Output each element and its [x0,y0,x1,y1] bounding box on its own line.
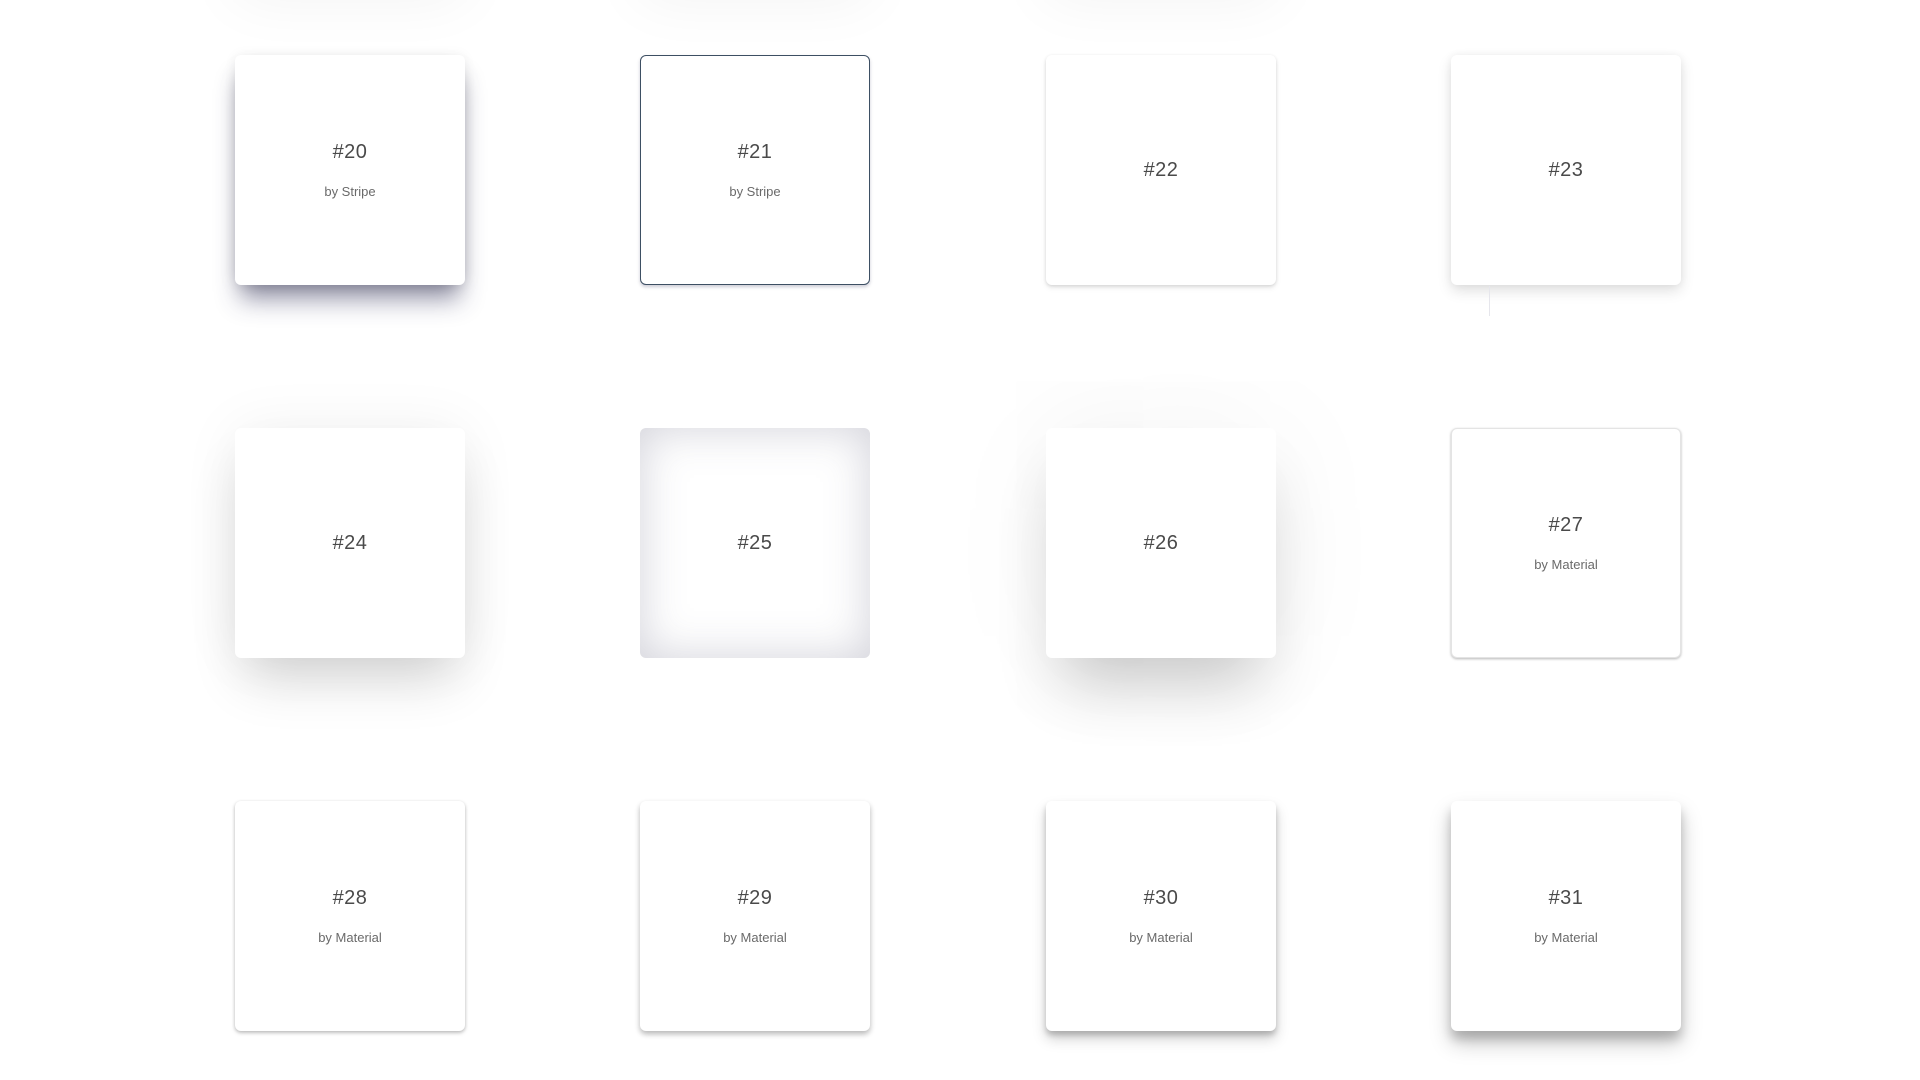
shadow-card-20[interactable]: #20 by Stripe [235,55,465,285]
shadow-card-25[interactable]: #25 [640,428,870,658]
shadow-card-21[interactable]: #21 by Stripe [640,55,870,285]
shadow-card-30[interactable]: #30 by Material [1046,801,1276,1031]
shadow-card-22[interactable]: #22 [1046,55,1276,285]
shadow-card-23[interactable]: #23 [1451,55,1681,285]
card-number: #23 [1548,158,1584,181]
divider-line [1489,286,1490,316]
card-number: #28 [332,887,368,909]
card-author: by Material [1534,557,1598,572]
card-author: by Stripe [729,184,781,199]
card-number: #31 [1548,887,1584,909]
card-number: #29 [737,887,773,909]
shadow-card-24[interactable]: #24 [235,428,465,658]
card-number: #21 [737,141,773,163]
card-author: by Material [723,930,787,945]
card-number: #27 [1548,514,1584,536]
shadow-gallery: #20 by Stripe #21 by Stripe #22 #23 #24 … [0,0,1920,1080]
card-number: #20 [332,141,368,163]
card-author: by Material [1534,930,1598,945]
card-author: by Material [1129,930,1193,945]
card-author: by Material [318,930,382,945]
shadow-card-29[interactable]: #29 by Material [640,801,870,1031]
card-number: #30 [1143,887,1179,909]
shadow-card-31[interactable]: #31 by Material [1451,801,1681,1031]
shadow-card-26[interactable]: #26 [1046,428,1276,658]
card-number: #24 [332,531,368,554]
shadow-card-27[interactable]: #27 by Material [1451,428,1681,658]
card-number: #26 [1143,531,1179,554]
shadow-card-28[interactable]: #28 by Material [235,801,465,1031]
card-author: by Stripe [324,184,376,199]
card-number: #25 [737,531,773,554]
card-number: #22 [1143,158,1179,181]
